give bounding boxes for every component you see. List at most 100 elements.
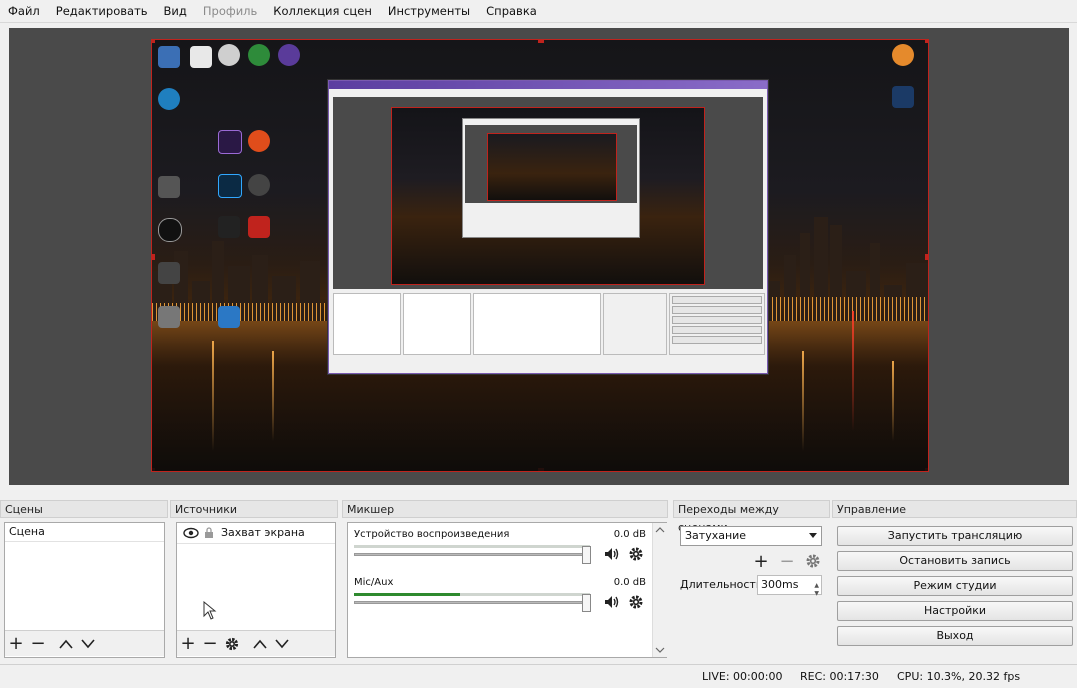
track-db: 0.0 dB — [613, 577, 646, 588]
transition-toolbar: + − — [750, 550, 824, 572]
studio-mode-button[interactable]: Режим студии — [837, 576, 1073, 596]
gear-icon — [225, 637, 239, 650]
menu-file[interactable]: Файл — [0, 0, 48, 22]
desktop-icon[interactable] — [218, 44, 240, 66]
move-source-up-button[interactable] — [249, 633, 271, 655]
desktop-icon[interactable] — [248, 130, 270, 152]
exit-button[interactable]: Выход — [837, 626, 1073, 646]
desktop-icon[interactable] — [218, 306, 240, 328]
track-name: Устройство воспроизведения — [354, 529, 510, 540]
gear-icon[interactable] — [628, 546, 644, 562]
dropdown-caret-icon — [809, 533, 817, 538]
settings-button[interactable]: Настройки — [837, 601, 1073, 621]
sources-dock-title: Источники — [170, 500, 338, 518]
remove-scene-button[interactable]: − — [27, 633, 49, 655]
mixer-dock-title: Микшер — [342, 500, 668, 518]
rec-status: REC: 00:17:30 — [800, 670, 879, 683]
chevron-down-icon — [275, 638, 289, 648]
lock-icon[interactable] — [203, 527, 215, 539]
source-properties-button[interactable] — [221, 633, 243, 655]
transitions-dock-title: Переходы между сценами — [673, 500, 830, 534]
controls-dock-title: Управление — [832, 500, 1077, 518]
desktop-icon[interactable] — [218, 216, 240, 238]
add-source-button[interactable]: + — [177, 633, 199, 655]
duration-label: Длительность — [680, 578, 763, 591]
gear-icon — [806, 554, 820, 568]
desktop-icon[interactable] — [892, 44, 914, 66]
volume-meter — [354, 545, 590, 548]
resize-handle[interactable] — [538, 40, 544, 43]
desktop-icon[interactable] — [158, 46, 180, 68]
mixer-track-mic-aux: Mic/Aux 0.0 dB — [354, 577, 654, 625]
spin-down-icon[interactable]: ▼ — [814, 585, 819, 603]
move-scene-down-button[interactable] — [77, 633, 99, 655]
menu-profile[interactable]: Профиль — [195, 0, 265, 22]
desktop-icon[interactable] — [158, 218, 182, 242]
mouse-cursor-icon — [203, 601, 217, 620]
mixer-scrollbar[interactable] — [652, 523, 667, 657]
desktop-icon[interactable] — [892, 86, 914, 108]
desktop-icon[interactable] — [248, 216, 270, 238]
move-source-down-button[interactable] — [271, 633, 293, 655]
add-transition-button[interactable]: + — [750, 550, 772, 572]
gear-icon[interactable] — [628, 594, 644, 610]
transition-select[interactable]: Затухание — [680, 526, 822, 546]
duration-spinbox[interactable]: 300ms ▲ ▼ — [757, 575, 822, 597]
menu-view[interactable]: Вид — [156, 0, 195, 22]
desktop-icon[interactable] — [248, 174, 270, 196]
desktop-icon[interactable] — [190, 46, 212, 68]
resize-handle[interactable] — [925, 40, 928, 43]
chevron-down-icon — [81, 638, 95, 648]
sources-toolbar: + − — [177, 630, 335, 656]
skyline-right — [764, 211, 928, 321]
scene-item[interactable]: Сцена — [5, 523, 164, 542]
stop-recording-button[interactable]: Остановить запись — [837, 551, 1073, 571]
desktop-icon[interactable] — [158, 88, 180, 110]
speaker-icon[interactable] — [604, 594, 620, 610]
chevron-up-icon — [253, 639, 267, 649]
photoshop-icon[interactable] — [218, 174, 242, 198]
cpu-status: CPU: 10.3%, 20.32 fps — [897, 670, 1021, 683]
remove-transition-button[interactable]: − — [776, 550, 798, 572]
remove-source-button[interactable]: − — [199, 633, 221, 655]
volume-meter — [354, 593, 590, 596]
desktop-icon[interactable] — [158, 176, 180, 198]
desktop-icon[interactable] — [278, 44, 300, 66]
track-name: Mic/Aux — [354, 577, 394, 588]
scroll-up-icon[interactable] — [653, 525, 667, 535]
volume-slider[interactable] — [354, 546, 591, 564]
scroll-down-icon[interactable] — [653, 645, 667, 655]
desktop-icon[interactable] — [248, 44, 270, 66]
resize-handle[interactable] — [152, 40, 155, 43]
desktop-icon[interactable] — [158, 306, 180, 328]
menu-help[interactable]: Справка — [478, 0, 545, 22]
add-scene-button[interactable]: + — [5, 633, 27, 655]
premiere-icon[interactable] — [218, 130, 242, 154]
track-db: 0.0 dB — [613, 529, 646, 540]
slider-handle[interactable] — [582, 594, 591, 612]
menu-tools[interactable]: Инструменты — [380, 0, 478, 22]
volume-slider[interactable] — [354, 594, 591, 612]
status-bar: LIVE: 00:00:00 REC: 00:17:30 CPU: 10.3%,… — [0, 664, 1077, 688]
source-name: Захват экрана — [221, 526, 305, 539]
duration-value: 300ms — [761, 578, 799, 591]
live-status: LIVE: 00:00:00 — [702, 670, 783, 683]
scenes-dock-title: Сцены — [0, 500, 168, 518]
meter-fill — [354, 593, 461, 596]
menu-scene-collection[interactable]: Коллекция сцен — [265, 0, 380, 22]
transition-select-value: Затухание — [685, 529, 747, 542]
speaker-icon[interactable] — [604, 546, 620, 562]
scenes-toolbar: + − — [5, 630, 164, 656]
slider-handle[interactable] — [582, 546, 591, 564]
source-item[interactable]: Захват экрана — [177, 523, 335, 544]
eye-icon[interactable] — [183, 527, 199, 539]
transition-properties-button[interactable] — [802, 550, 824, 572]
desktop-icon[interactable] — [158, 262, 180, 284]
move-scene-up-button[interactable] — [55, 633, 77, 655]
nested-obs-window — [328, 80, 768, 374]
start-streaming-button[interactable]: Запустить трансляцию — [837, 526, 1073, 546]
nested-obs-window-2 — [462, 118, 640, 238]
screen-capture-source[interactable] — [151, 39, 929, 472]
mixer-track-desktop-audio: Устройство воспроизведения 0.0 dB — [354, 529, 654, 577]
menu-edit[interactable]: Редактировать — [48, 0, 156, 22]
